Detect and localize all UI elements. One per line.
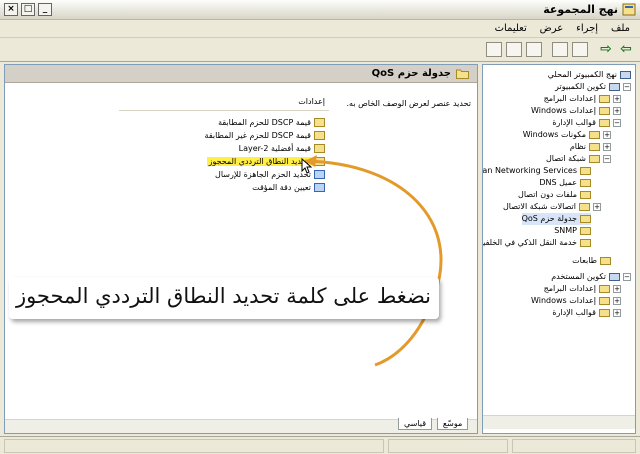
title-bar: × □ _ نهج المجموعة bbox=[0, 0, 640, 20]
folder-icon bbox=[599, 296, 610, 305]
folder-icon bbox=[599, 106, 610, 115]
expand-icon[interactable]: + bbox=[603, 130, 611, 139]
expand-icon[interactable]: + bbox=[613, 94, 621, 103]
back-arrow-icon[interactable]: ⇦ bbox=[618, 42, 634, 57]
tree-item-lanman[interactable]: Lanman Networking Services bbox=[483, 165, 591, 177]
expand-icon[interactable]: + bbox=[593, 202, 601, 211]
description-text: تحديد عنصر لعرض الوصف الخاص به. bbox=[346, 99, 471, 108]
tree-item-bits[interactable]: خدمة النقل الذكي في الخلفية bbox=[483, 237, 591, 249]
tree-item-software-settings[interactable]: +إعدادات البرامج bbox=[544, 93, 621, 105]
tree-item-dns-client[interactable]: عميل DNS bbox=[539, 177, 591, 189]
tree-item-qos-packet-scheduler[interactable]: جدولة حزم QoS bbox=[521, 213, 591, 225]
settings-column-header[interactable]: إعدادات bbox=[119, 97, 329, 111]
folder-icon bbox=[580, 238, 591, 247]
list-item[interactable]: قيمة DSCP للحزم المطابقة bbox=[218, 116, 325, 129]
status-panel bbox=[388, 439, 508, 453]
help-icon[interactable] bbox=[506, 42, 522, 57]
callout-box: نضغط على كلمة تحديد النطاق الترددي المحج… bbox=[9, 277, 439, 319]
tree-item-windows-settings[interactable]: +إعدادات Windows bbox=[531, 105, 621, 117]
folder-icon bbox=[589, 142, 600, 151]
folder-icon bbox=[599, 118, 610, 127]
callout-text: نضغط على كلمة تحديد النطاق الترددي المحج… bbox=[15, 284, 431, 308]
close-button[interactable]: × bbox=[4, 3, 18, 16]
folder-icon bbox=[599, 94, 610, 103]
folder-icon bbox=[599, 284, 610, 293]
folder-icon bbox=[599, 308, 610, 317]
setting-icon bbox=[314, 118, 325, 127]
menu-action[interactable]: إجراء bbox=[576, 23, 598, 34]
folder-icon bbox=[580, 214, 591, 223]
folder-icon bbox=[580, 190, 591, 199]
callout-arrow-icon bbox=[304, 155, 443, 367]
expand-icon[interactable]: + bbox=[613, 308, 621, 317]
tree-item-local-policy[interactable]: نهج الكمبيوتر المحلي bbox=[548, 69, 631, 81]
menu-view[interactable]: عرض bbox=[540, 23, 564, 34]
details-header: جدولة حزم QoS bbox=[5, 65, 477, 83]
status-bar bbox=[0, 436, 640, 454]
minimize-button[interactable]: _ bbox=[38, 3, 52, 16]
tree-item-printers[interactable]: طابعات bbox=[572, 255, 611, 267]
collapse-icon[interactable]: − bbox=[623, 272, 631, 281]
tree-item-user-software-settings[interactable]: +إعدادات البرامج bbox=[544, 283, 621, 295]
forward-arrow-icon[interactable]: ⇨ bbox=[598, 42, 614, 57]
policy-icon bbox=[620, 70, 631, 79]
tree-item-offline-files[interactable]: ملفات دون اتصال bbox=[518, 189, 591, 201]
up-folder-icon[interactable] bbox=[572, 42, 588, 57]
status-panel bbox=[4, 439, 384, 453]
folder-icon bbox=[456, 69, 469, 79]
expand-icon[interactable]: + bbox=[613, 296, 621, 305]
folder-icon bbox=[580, 178, 591, 187]
folder-icon bbox=[600, 256, 611, 265]
menu-bar: ملف إجراء عرض تعليمات bbox=[0, 20, 640, 38]
setting-icon bbox=[314, 131, 325, 140]
collapse-icon[interactable]: − bbox=[623, 82, 631, 91]
list-item[interactable]: قيمة DSCP للحزم غير المطابقة bbox=[205, 129, 325, 142]
tree-item-network[interactable]: −شبكة اتصال bbox=[546, 153, 611, 165]
user-icon bbox=[609, 272, 620, 281]
tree-item-user-config[interactable]: −تكوين المستخدم bbox=[551, 271, 631, 283]
computer-icon bbox=[609, 82, 620, 91]
menu-help[interactable]: تعليمات bbox=[495, 23, 527, 34]
expand-icon[interactable]: + bbox=[613, 284, 621, 293]
collapse-icon[interactable]: − bbox=[613, 118, 621, 127]
tab-extended[interactable]: موسّع bbox=[436, 418, 469, 430]
expand-icon[interactable]: + bbox=[613, 106, 621, 115]
horizontal-scrollbar[interactable] bbox=[483, 415, 635, 429]
tree-item-user-admin-templates[interactable]: +قوالب الإدارة bbox=[552, 307, 621, 319]
cursor-icon bbox=[301, 158, 313, 174]
folder-icon bbox=[579, 202, 590, 211]
collapse-icon[interactable]: − bbox=[603, 154, 611, 163]
tree-item-windows-components[interactable]: +مكونات Windows bbox=[523, 129, 611, 141]
tree-item-user-windows-settings[interactable]: +إعدادات Windows bbox=[531, 295, 621, 307]
properties-icon[interactable] bbox=[526, 42, 542, 57]
details-pane: جدولة حزم QoS تحديد عنصر لعرض الوصف الخا… bbox=[4, 64, 478, 434]
view-tabs: موسّع قياسي bbox=[396, 418, 469, 434]
menu-file[interactable]: ملف bbox=[611, 23, 630, 34]
details-title: جدولة حزم QoS bbox=[371, 68, 451, 79]
status-panel bbox=[512, 439, 636, 453]
folder-icon bbox=[589, 154, 600, 163]
toolbar: ⇦ ⇨ bbox=[0, 38, 640, 62]
show-tree-icon[interactable] bbox=[552, 42, 568, 57]
setting-icon bbox=[314, 144, 325, 153]
folder-icon bbox=[580, 166, 591, 175]
tree-item-network-connections[interactable]: +اتصالات شبكة الاتصال bbox=[503, 201, 601, 213]
tree-item-computer-config[interactable]: −تكوين الكمبيوتر bbox=[555, 81, 631, 93]
maximize-button[interactable]: □ bbox=[21, 3, 35, 16]
tree-item-system[interactable]: +نظام bbox=[570, 141, 611, 153]
expand-icon[interactable]: + bbox=[603, 142, 611, 151]
folder-icon bbox=[589, 130, 600, 139]
tree-item-admin-templates[interactable]: −قوالب الإدارة bbox=[552, 117, 621, 129]
policy-icon bbox=[622, 3, 636, 16]
tab-standard[interactable]: قياسي bbox=[398, 418, 433, 430]
tree-pane: نهج الكمبيوتر المحلي −تكوين الكمبيوتر +إ… bbox=[482, 64, 636, 434]
window-title: نهج المجموعة bbox=[543, 3, 618, 16]
tree-item-snmp[interactable]: SNMP bbox=[554, 225, 591, 237]
export-list-icon[interactable] bbox=[486, 42, 502, 57]
folder-icon bbox=[580, 226, 591, 235]
